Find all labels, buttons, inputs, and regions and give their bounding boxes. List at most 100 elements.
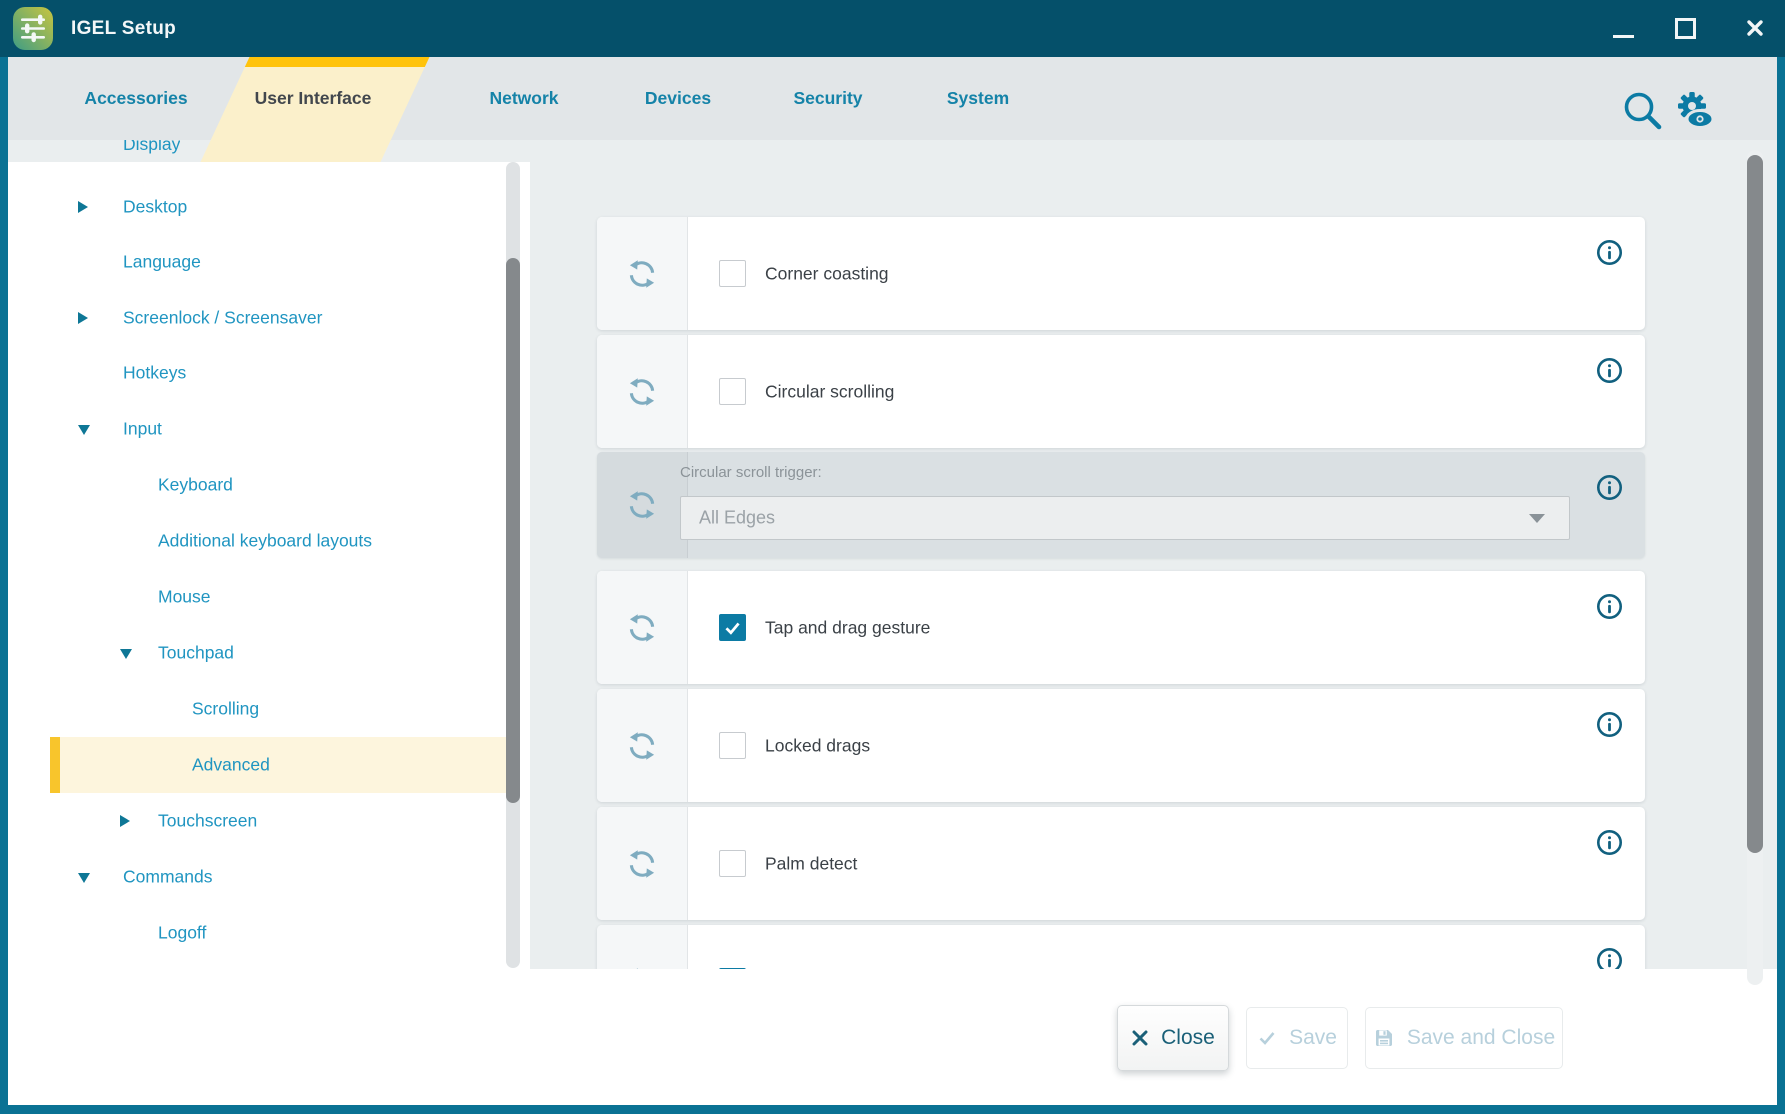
sidebar-item-keyboard[interactable]: Keyboard <box>8 467 530 503</box>
tab-system[interactable]: System <box>947 57 1009 140</box>
sidebar-item-advanced[interactable]: Advanced <box>8 747 530 783</box>
sidebar-item-scrolling[interactable]: Scrolling <box>8 691 530 727</box>
checkbox-circular-scrolling[interactable] <box>719 378 746 405</box>
minimize-icon <box>1613 35 1634 39</box>
reset-parameter-button[interactable] <box>597 689 688 802</box>
search-icon <box>1622 90 1664 134</box>
setting-row-tap-and-drag-gesture: Tap and drag gesture <box>597 571 1645 684</box>
sidebar-item-label: Input <box>123 419 162 440</box>
info-button[interactable] <box>1596 593 1623 620</box>
sidebar-item-label: Logoff <box>158 923 206 944</box>
reset-parameter-button[interactable] <box>597 807 688 920</box>
sidebar-item-screenlock-screensaver[interactable]: Screenlock / Screensaver <box>8 300 530 336</box>
sidebar-item-touchpad[interactable]: Touchpad <box>8 635 530 671</box>
sidebar-item-desktop[interactable]: Desktop <box>8 189 530 225</box>
sidebar-item-hotkeys[interactable]: Hotkeys <box>8 355 530 391</box>
reset-icon <box>624 487 660 523</box>
reset-icon <box>624 374 660 410</box>
footer-bar: Close Save Save and Close <box>8 969 1777 1105</box>
check-icon <box>722 617 743 638</box>
settings-view-button[interactable] <box>1671 88 1717 139</box>
igel-app-icon <box>13 7 53 50</box>
save-and-close-button[interactable]: Save and Close <box>1365 1007 1563 1069</box>
close-x-icon <box>1131 1029 1149 1047</box>
dropdown-caret-icon <box>1529 514 1545 523</box>
sidebar-item-input[interactable]: Input <box>8 411 530 447</box>
info-button[interactable] <box>1596 474 1623 501</box>
sidebar-scrollbar-thumb[interactable] <box>506 258 520 803</box>
info-icon <box>1596 239 1623 266</box>
sidebar-item-mouse[interactable]: Mouse <box>8 579 530 615</box>
reset-parameter-button[interactable] <box>597 217 688 330</box>
reset-parameter-button[interactable] <box>597 571 688 684</box>
close-button[interactable]: Close <box>1117 1005 1229 1071</box>
expand-arrow-icon[interactable] <box>78 312 88 324</box>
tab-devices[interactable]: Devices <box>645 57 711 140</box>
tab-user-interface[interactable]: User Interface <box>255 57 372 140</box>
reset-icon <box>624 728 660 764</box>
search-button[interactable] <box>1622 90 1664 139</box>
sidebar-item-touchscreen[interactable]: Touchscreen <box>8 803 530 839</box>
maximize-button[interactable] <box>1666 9 1704 47</box>
checkbox-palm-detect[interactable] <box>719 850 746 877</box>
reset-icon <box>624 256 660 292</box>
circular-scroll-trigger-select[interactable]: All Edges <box>680 496 1570 540</box>
sidebar-item-label: Desktop <box>123 197 187 218</box>
info-button[interactable] <box>1596 829 1623 856</box>
expand-arrow-icon[interactable] <box>120 815 130 827</box>
setting-row-circular-scroll-trigger: Circular scroll trigger:All Edges <box>597 452 1645 558</box>
select-value: All Edges <box>699 508 775 529</box>
info-icon <box>1596 711 1623 738</box>
setting-label: Corner coasting <box>765 263 889 284</box>
sidebar-item-additional-keyboard-layouts[interactable]: Additional keyboard layouts <box>8 523 530 559</box>
titlebar: IGEL Setup <box>0 0 1785 57</box>
save-button[interactable]: Save <box>1246 1007 1348 1069</box>
info-icon <box>1596 829 1623 856</box>
main-scrollbar[interactable] <box>1747 150 1763 985</box>
sidebar-item-commands[interactable]: Commands <box>8 859 530 895</box>
info-icon <box>1596 474 1623 501</box>
collapse-arrow-icon[interactable] <box>78 873 90 883</box>
save-and-close-button-label: Save and Close <box>1407 1026 1555 1050</box>
info-icon <box>1596 357 1623 384</box>
info-button[interactable] <box>1596 711 1623 738</box>
setting-row-circular-scrolling: Circular scrolling <box>597 335 1645 448</box>
info-button[interactable] <box>1596 239 1623 266</box>
sidebar-item-label: Screenlock / Screensaver <box>123 308 322 329</box>
sidebar-item-logoff[interactable]: Logoff <box>8 915 530 951</box>
collapse-arrow-icon[interactable] <box>78 425 90 435</box>
close-x-icon <box>1745 18 1765 38</box>
reset-parameter-button[interactable] <box>597 452 688 558</box>
sidebar-item-label: Touchpad <box>158 643 234 664</box>
tab-accessories[interactable]: Accessories <box>84 57 187 140</box>
tab-security[interactable]: Security <box>793 57 862 140</box>
reset-parameter-button[interactable] <box>597 335 688 448</box>
floppy-disk-icon <box>1373 1027 1395 1049</box>
sidebar-item-label: Mouse <box>158 587 211 608</box>
sidebar-item-label: Scrolling <box>192 699 259 720</box>
sidebar-item-display-clipped[interactable]: Display <box>123 140 180 162</box>
settings-tree-sidebar: Desktop Language Screenlock / Screensaver H… <box>8 162 530 970</box>
checkbox-locked-drags[interactable] <box>719 732 746 759</box>
tab-network[interactable]: Network <box>489 57 558 140</box>
igel-setup-window: IGEL Setup Accessories User Interface Netw… <box>0 0 1785 1114</box>
setting-label: Tap and drag gesture <box>765 617 930 638</box>
sidebar-scrollbar[interactable] <box>506 162 520 968</box>
sidebar-item-label: Commands <box>123 867 212 888</box>
info-button[interactable] <box>1596 357 1623 384</box>
setting-row-corner-coasting: Corner coasting <box>597 217 1645 330</box>
sidebar-item-label: Language <box>123 252 201 273</box>
sidebar-item-language[interactable]: Language <box>8 244 530 280</box>
minimize-button[interactable] <box>1604 9 1642 47</box>
close-window-button[interactable] <box>1736 9 1774 47</box>
expand-arrow-icon[interactable] <box>78 201 88 213</box>
setting-label: Circular scrolling <box>765 381 894 402</box>
collapse-arrow-icon[interactable] <box>120 649 132 659</box>
close-button-label: Close <box>1161 1026 1215 1050</box>
reset-icon <box>624 846 660 882</box>
window-title: IGEL Setup <box>71 18 176 40</box>
checkbox-corner-coasting[interactable] <box>719 260 746 287</box>
main-scrollbar-thumb[interactable] <box>1747 155 1763 853</box>
checkbox-tap-and-drag-gesture[interactable] <box>719 614 746 641</box>
sidebar-item-label: Additional keyboard layouts <box>158 531 372 552</box>
